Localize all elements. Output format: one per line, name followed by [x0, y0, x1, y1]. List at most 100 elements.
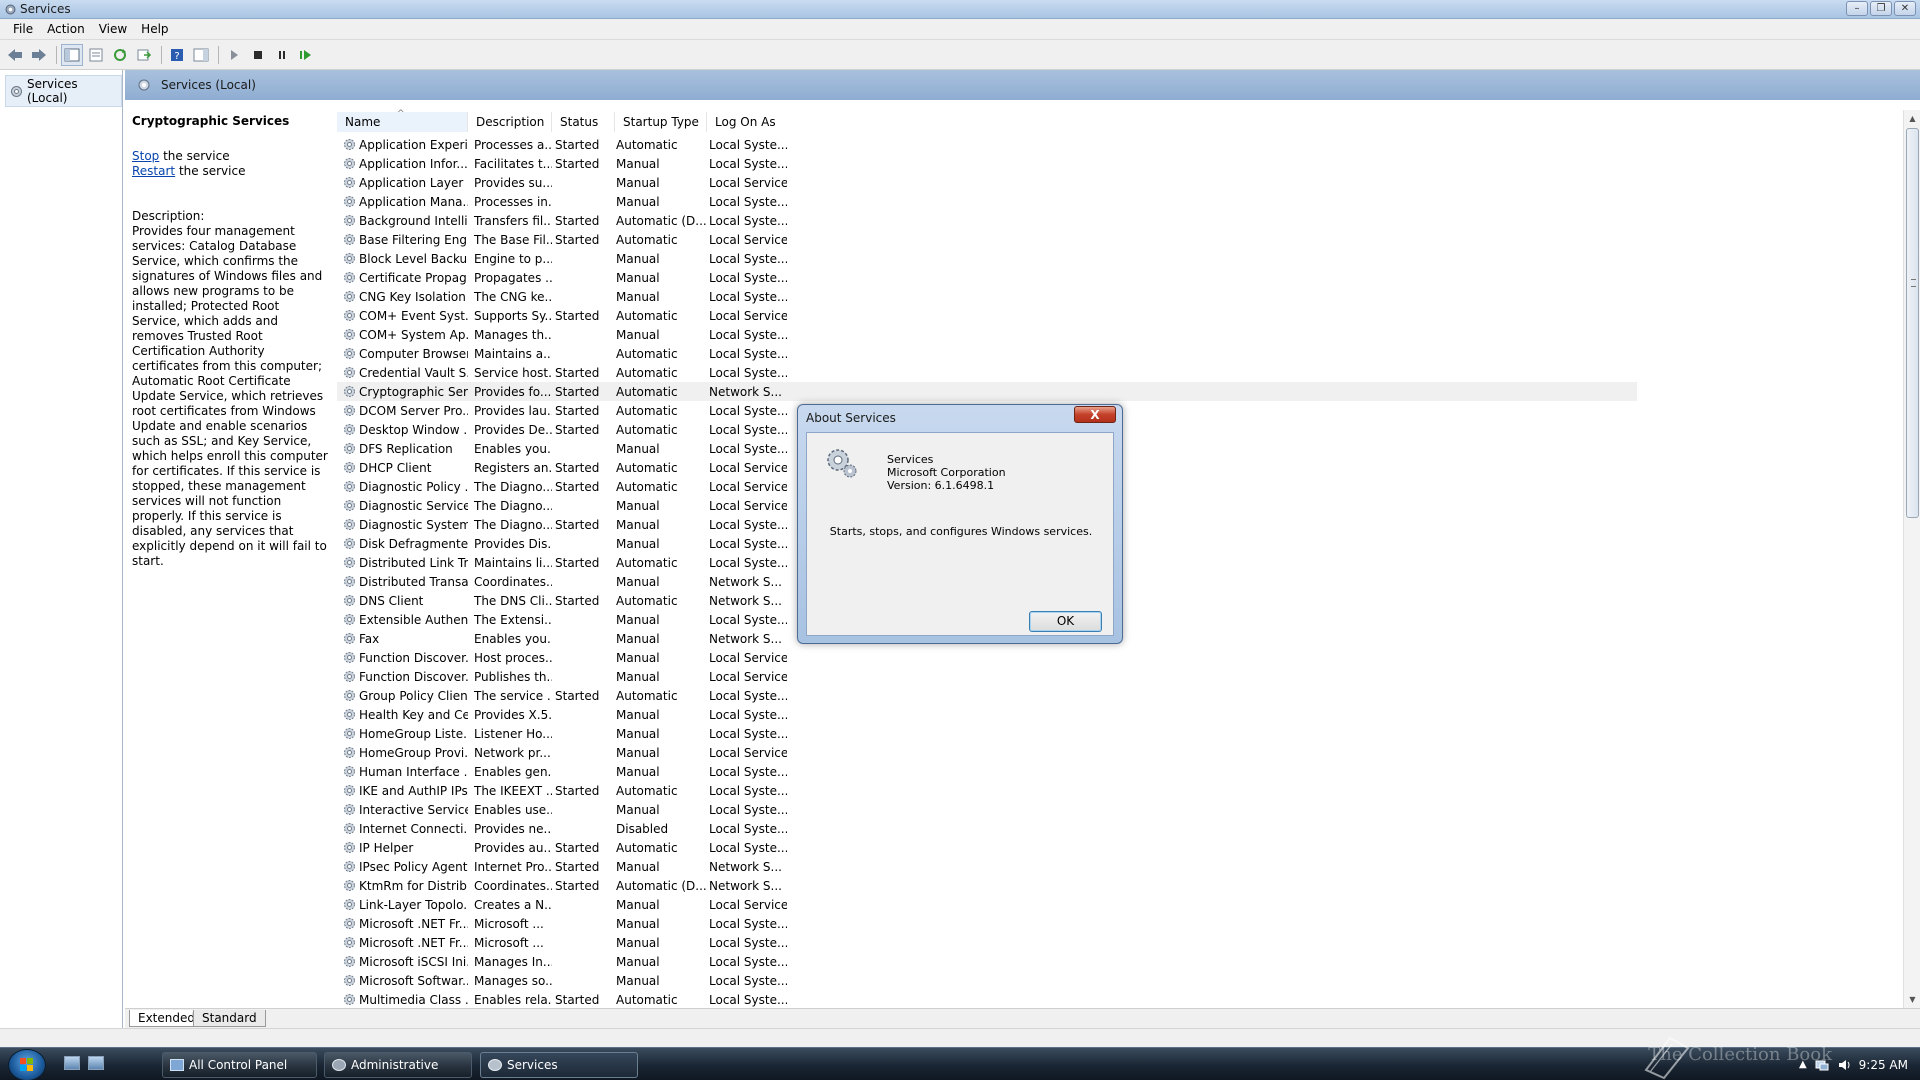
dialog-close-button[interactable]: X	[1074, 406, 1116, 423]
scrollbar-thumb[interactable]	[1906, 128, 1919, 518]
resume-icon[interactable]	[295, 44, 317, 66]
stop-icon[interactable]	[247, 44, 269, 66]
column-header-log-on-as[interactable]: Log On As	[707, 112, 787, 132]
table-row[interactable]: COM+ Event Syst... Supports Sy... Started A…	[337, 306, 1637, 325]
service-detail-panel: Cryptographic Services Stop the service …	[125, 100, 335, 1008]
table-row[interactable]: Application Layer ... Provides su... Manua…	[337, 173, 1637, 192]
cell-description: Maintains li...	[474, 555, 552, 570]
table-row[interactable]: Microsoft .NET Fr... Microsoft ... Manual L…	[337, 933, 1637, 952]
table-row[interactable]: Internet Connecti... Provides ne... Disabl…	[337, 819, 1637, 838]
taskbar: All Control Panel Ite... Administrative …	[0, 1047, 1920, 1080]
table-row[interactable]: Computer Browser Maintains a... Automatic L…	[337, 344, 1637, 363]
cell-name: Fax	[337, 632, 468, 646]
menu-help[interactable]: Help	[134, 19, 175, 39]
properties-icon[interactable]	[85, 44, 107, 66]
refresh-icon[interactable]	[109, 44, 131, 66]
table-row[interactable]: KtmRm for Distrib... Coordinates... Starte…	[337, 876, 1637, 895]
cell-description: Maintains a...	[474, 346, 552, 361]
table-row[interactable]: Health Key and Ce... Provides X.5... Manua…	[337, 705, 1637, 724]
service-name: Microsoft Softwar...	[359, 973, 468, 988]
service-name: Function Discover...	[359, 650, 468, 665]
cell-description: The Diagno...	[474, 517, 552, 532]
table-row[interactable]: Function Discover... Publishes th... Manua…	[337, 667, 1637, 686]
stop-service-link[interactable]: Stop	[132, 149, 159, 163]
taskbar-button-administrative-tools[interactable]: Administrative Tools	[324, 1052, 472, 1078]
ok-button[interactable]: OK	[1029, 611, 1102, 632]
tab-standard[interactable]: Standard	[193, 1010, 266, 1027]
cell-description: Processes a...	[474, 137, 552, 152]
gear-icon	[344, 994, 355, 1005]
table-row[interactable]: Link-Layer Topolo... Creates a N... Manual…	[337, 895, 1637, 914]
restart-service-link[interactable]: Restart	[132, 164, 175, 178]
scroll-up-icon[interactable]: ▲	[1904, 110, 1920, 127]
menu-view[interactable]: View	[92, 19, 134, 39]
table-row[interactable]: Function Discover... Host proces... Manual…	[337, 648, 1637, 667]
show-desktop-icon[interactable]	[64, 1056, 80, 1070]
dialog-description: Starts, stops, and configures Windows se…	[829, 525, 1093, 538]
clock[interactable]: 9:25 AM	[1859, 1058, 1908, 1072]
table-row[interactable]: Human Interface ... Enables gen... Manual L…	[337, 762, 1637, 781]
table-row[interactable]: Certificate Propag... Propagates ... Manua…	[337, 268, 1637, 287]
cell-description: Enables you...	[474, 631, 552, 646]
cell-status: Started	[555, 422, 600, 437]
switch-windows-icon[interactable]	[88, 1056, 104, 1070]
close-window-button[interactable]: ✕	[1894, 1, 1916, 16]
forward-arrow-icon[interactable]	[28, 44, 50, 66]
column-header-name[interactable]: ^ Name	[337, 109, 468, 132]
menu-action[interactable]: Action	[40, 19, 92, 39]
table-row[interactable]: COM+ System Ap... Manages th... Manual Loca…	[337, 325, 1637, 344]
start-button[interactable]	[8, 1049, 46, 1080]
table-row[interactable]: Base Filtering Engi... The Base Fil...Sta…	[337, 230, 1637, 249]
gear-icon	[344, 918, 355, 929]
table-row[interactable]: Microsoft Softwar... Manages so... Manual L…	[337, 971, 1637, 990]
table-row[interactable]: HomeGroup Provi... Network pr... Manual Loc…	[337, 743, 1637, 762]
table-row[interactable]: HomeGroup Liste... Listener Ho... Manual Lo…	[337, 724, 1637, 743]
cell-startup-type: Manual	[616, 726, 660, 741]
console-tree-icon[interactable]	[61, 43, 83, 66]
search-gear-icon	[138, 79, 150, 91]
gear-icon	[344, 462, 355, 473]
export-list-icon[interactable]	[133, 44, 155, 66]
table-row[interactable]: Multimedia Class ... Enables rela... Start…	[337, 990, 1637, 1008]
cell-status: Started	[555, 308, 600, 323]
table-row[interactable]: Cryptographic Ser... Provides fo... Starte…	[337, 382, 1637, 401]
table-row[interactable]: IP Helper Provides au... Started Automatic L…	[337, 838, 1637, 857]
table-row[interactable]: Application Mana... Processes in... Manual…	[337, 192, 1637, 211]
cell-startup-type: Manual	[616, 327, 660, 342]
taskbar-button-control-panel[interactable]: All Control Panel Ite...	[162, 1052, 317, 1078]
service-name: Desktop Window ...	[359, 422, 468, 437]
table-row[interactable]: IPsec Policy Agent Internet Pro... Started…	[337, 857, 1637, 876]
cell-log-on-as: Local Syste...	[709, 916, 787, 931]
minimize-button[interactable]: –	[1846, 1, 1868, 16]
table-row[interactable]: Microsoft iSCSI Ini... Manages In... Manua…	[337, 952, 1637, 971]
menu-file[interactable]: File	[6, 19, 40, 39]
cell-name: Application Layer ...	[337, 176, 468, 190]
volume-icon[interactable]	[1837, 1058, 1851, 1072]
cell-status: Started	[555, 517, 600, 532]
pause-icon[interactable]	[271, 44, 293, 66]
taskbar-button-services[interactable]: Services	[480, 1052, 638, 1078]
table-row[interactable]: Microsoft .NET Fr... Microsoft ... Manual L…	[337, 914, 1637, 933]
show-hide-action-pane-icon[interactable]	[190, 44, 212, 66]
tree-item-services-local[interactable]: Services (Local)	[5, 75, 122, 107]
column-header-startup-type[interactable]: Startup Type	[615, 112, 707, 132]
scroll-down-icon[interactable]: ▼	[1904, 991, 1920, 1008]
table-row[interactable]: Application Experi... Processes a... Start…	[337, 135, 1637, 154]
table-row[interactable]: Credential Vault S... Service host... Star…	[337, 363, 1637, 382]
back-arrow-icon[interactable]	[4, 44, 26, 66]
help-icon[interactable]: ?	[166, 44, 188, 66]
table-row[interactable]: Block Level Backu... Engine to p... Manual…	[337, 249, 1637, 268]
table-row[interactable]: Group Policy Client The service ... Starte…	[337, 686, 1637, 705]
cell-description: Provides su...	[474, 175, 552, 190]
restore-button[interactable]: ❐	[1870, 1, 1892, 16]
vertical-scrollbar[interactable]: ▲ ▼	[1903, 110, 1920, 1008]
table-row[interactable]: CNG Key Isolation The CNG ke... Manual Loca…	[337, 287, 1637, 306]
gear-icon	[344, 956, 355, 967]
play-icon[interactable]	[223, 44, 245, 66]
table-row[interactable]: Interactive Service... Enables use... Manu…	[337, 800, 1637, 819]
table-row[interactable]: Application Infor... Facilitates t... Star…	[337, 154, 1637, 173]
column-header-description[interactable]: Description	[468, 112, 552, 132]
table-row[interactable]: IKE and AuthIP IPs... The IKEEXT ... Start…	[337, 781, 1637, 800]
column-header-status[interactable]: Status	[552, 112, 615, 132]
table-row[interactable]: Background Intelli... Transfers fil... Sta…	[337, 211, 1637, 230]
